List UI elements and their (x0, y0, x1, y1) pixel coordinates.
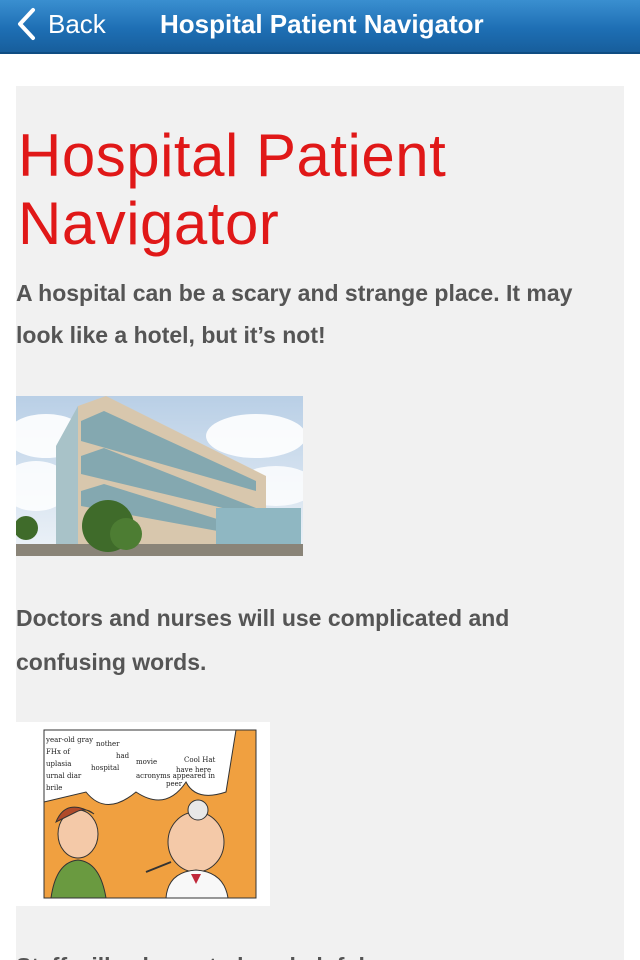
cartoon-word: hospital (91, 764, 120, 772)
cartoon-word: year-old gray (45, 736, 93, 744)
cartoon-word: movie (136, 758, 157, 766)
cartoon-word: have here (176, 766, 211, 774)
cartoon-word: nother (96, 740, 120, 748)
navigation-bar: Back Hospital Patient Navigator (0, 0, 640, 54)
article-content: Hospital Patient Navigator A hospital ca… (16, 86, 624, 960)
staff-paragraph: Staff will ask you to be a helpful (16, 944, 616, 960)
doctors-paragraph: Doctors and nurses will use complicated … (16, 605, 510, 675)
intro-paragraph: A hospital can be a scary and strange pl… (16, 280, 573, 348)
cartoon-word: uplasia (46, 760, 71, 768)
navbar-title: Hospital Patient Navigator (160, 9, 484, 39)
cartoon-word: FHx of (46, 748, 71, 756)
cartoon-word: brile (46, 784, 62, 792)
back-button[interactable]: Back (14, 4, 106, 44)
back-button-label: Back (48, 8, 106, 39)
chevron-left-icon (18, 8, 35, 40)
page-title: Hospital Patient Navigator (18, 122, 447, 257)
cartoon-word: urnal diar (46, 772, 82, 780)
hospital-building-image (16, 396, 303, 556)
cartoon-word: Cool Hat (184, 756, 216, 764)
cartoon-word: peer (166, 780, 183, 788)
doctor-cartoon-image: year-old gray FHx of uplasia urnal diar … (16, 722, 270, 906)
cartoon-word: had (116, 752, 130, 760)
